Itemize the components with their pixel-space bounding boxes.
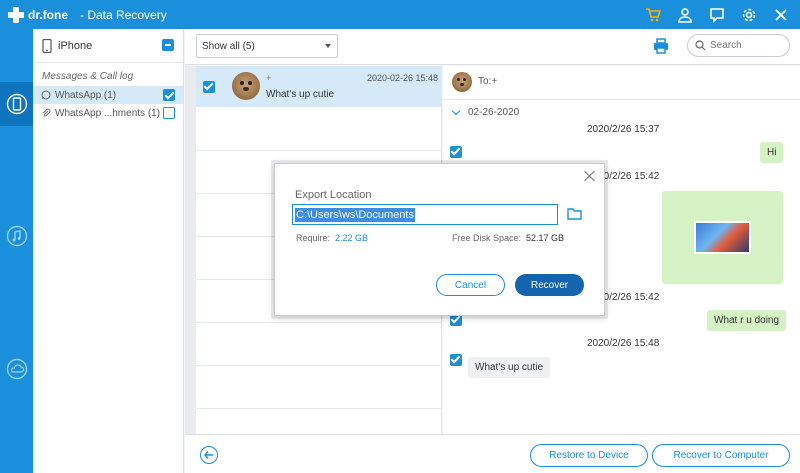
device-header: iPhone — [33, 29, 183, 63]
category-item-whatsapp[interactable]: WhatsApp (1) — [33, 86, 183, 104]
message-timestamp: 2020/2/26 15:37 — [587, 124, 660, 135]
cancel-button[interactable]: Cancel — [436, 274, 505, 296]
recover-from-device-tab[interactable] — [0, 82, 33, 126]
recover-from-itunes-tab[interactable] — [0, 214, 33, 258]
image-message-bubble — [662, 191, 783, 284]
close-icon[interactable] — [772, 6, 790, 24]
free-disk-space: Free Disk Space: 52.17 GB — [452, 233, 565, 243]
row-divider — [196, 322, 442, 323]
search-input[interactable] — [710, 40, 780, 51]
date-group-label: 02-26-2020 — [468, 107, 520, 118]
conversation-time: 2020-02-26 15:48 — [366, 73, 438, 83]
image-thumbnail[interactable] — [694, 221, 751, 254]
music-recover-icon — [6, 225, 27, 247]
select-all-toggle[interactable] — [162, 39, 174, 51]
bottom-bar: Restore to Device Recover to Computer — [185, 434, 800, 473]
export-path-input[interactable]: C:\Users\ws\Documents — [292, 204, 558, 225]
message-bubble: What's up cutie — [468, 357, 551, 378]
row-divider — [196, 365, 442, 366]
mode-rail — [0, 29, 33, 473]
export-path-value: C:\Users\ws\Documents — [295, 207, 415, 222]
category-label: WhatsApp (1) — [55, 89, 117, 101]
chevron-down-icon — [325, 44, 331, 48]
row-divider — [196, 150, 442, 151]
free-disk-space-value: 52.17 GB — [526, 233, 565, 243]
recover-to-computer-button[interactable]: Recover to Computer — [652, 444, 790, 467]
cloud-recover-icon — [6, 358, 27, 380]
logo-text: dr.fone — [28, 7, 69, 22]
attachment-icon — [42, 108, 51, 117]
feedback-icon[interactable] — [708, 6, 726, 24]
chat-header: To:+ — [443, 66, 800, 100]
message-timestamp: 2020/2/26 15:48 — [587, 338, 660, 349]
category-checkbox[interactable] — [163, 107, 175, 119]
category-item-whatsapp-attachments[interactable]: WhatsApp ...hments (1) — [33, 104, 183, 122]
filter-value: Show all (5) — [202, 40, 255, 52]
folder-icon[interactable] — [567, 208, 582, 220]
export-location-dialog: Export Location C:\Users\ws\Documents Re… — [274, 163, 605, 316]
settings-icon[interactable] — [740, 6, 758, 24]
arrow-left-icon — [204, 451, 213, 459]
list-gutter — [185, 66, 196, 434]
app-logo: dr.fone — [8, 6, 69, 23]
category-panel: iPhone Messages & Call log WhatsApp (1) … — [33, 29, 184, 473]
window-title: - Data Recovery — [80, 7, 167, 22]
contact-avatar — [452, 72, 472, 92]
device-name: iPhone — [58, 39, 93, 52]
date-group-header[interactable]: 02-26-2020 — [451, 106, 520, 118]
back-button[interactable] — [200, 446, 218, 464]
iphone-icon — [42, 38, 52, 53]
dialog-title: Export Location — [295, 189, 372, 201]
cart-icon[interactable] — [644, 6, 662, 24]
required-space-value: 2.22 GB — [335, 233, 369, 243]
conversation-item[interactable]: + 2020-02-26 15:48 What's up cutie — [196, 66, 442, 107]
close-icon[interactable] — [584, 170, 596, 182]
message-checkbox[interactable] — [450, 354, 462, 366]
print-icon[interactable] — [653, 38, 669, 54]
row-divider — [196, 408, 442, 409]
user-icon[interactable] — [676, 6, 694, 24]
search-box[interactable] — [687, 34, 790, 57]
conversation-checkbox[interactable] — [203, 81, 215, 93]
message-checkbox[interactable] — [450, 146, 462, 158]
message-bubble: Hi — [760, 142, 784, 163]
search-icon — [695, 40, 706, 51]
chevron-down-icon — [451, 106, 461, 116]
contact-avatar — [232, 72, 260, 100]
category-group-label: Messages & Call log — [42, 71, 134, 82]
restore-to-device-button[interactable]: Restore to Device — [530, 444, 648, 467]
recover-from-icloud-tab[interactable] — [0, 347, 33, 391]
message-bubble: What r u doing — [707, 310, 787, 331]
required-space: Require: 2.22 GB — [296, 233, 369, 243]
content-toolbar: Show all (5) — [185, 29, 800, 65]
drfone-logo-icon — [8, 6, 24, 23]
title-bar: dr.fone - Data Recovery — [0, 0, 800, 29]
category-checkbox[interactable] — [163, 89, 175, 101]
phone-recover-icon — [6, 93, 27, 115]
category-label: WhatsApp ...hments (1) — [55, 107, 161, 119]
conversation-preview: What's up cutie — [266, 89, 335, 100]
filter-dropdown[interactable]: Show all (5) — [196, 34, 338, 58]
recover-button[interactable]: Recover — [515, 274, 584, 296]
contact-number: + — [266, 73, 272, 83]
whatsapp-icon — [41, 90, 51, 100]
chat-recipient: To:+ — [478, 76, 498, 87]
